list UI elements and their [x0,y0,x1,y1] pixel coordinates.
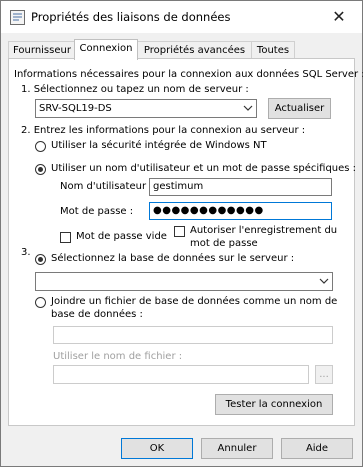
radio-attach-db[interactable] [35,297,46,308]
refresh-button[interactable]: Actualiser [268,98,331,119]
intro-text: Informations nécessaires pour la connexi… [14,69,363,80]
filename-label: Utiliser le nom de fichier : [53,351,183,362]
radio-sql-auth[interactable] [35,164,46,175]
save-password-label-1: Autoriser l'enregistrement du [190,225,338,236]
help-button[interactable]: Aide [281,438,353,459]
attach-db-label-1: Joindre un fichier de base de données co… [51,296,338,307]
step3-label: 3. [21,247,31,258]
step2-label: 2. Entrez les informations pour la conne… [21,125,306,136]
chevron-down-icon [243,105,253,111]
tab-proprietes-avancees[interactable]: Propriétés avancées [137,41,252,59]
attach-db-label-2: base de données : [51,309,143,320]
tab-connexion[interactable]: Connexion [74,39,138,60]
tab-fournisseur[interactable]: Fournisseur [8,41,76,59]
filename-field[interactable] [53,365,309,384]
cancel-button[interactable]: Annuler [201,438,273,459]
windows-auth-label: Utiliser la sécurité intégrée de Windows… [51,140,267,151]
server-combobox[interactable]: SRV-SQL19-DS [35,99,257,118]
password-label: Mot de passe : [60,206,134,217]
connection-panel: Informations nécessaires pour la connexi… [8,58,363,426]
radio-windows-auth[interactable] [35,141,46,152]
save-password-label-2: mot de passe [190,238,258,249]
save-password-checkbox[interactable] [174,226,185,237]
blank-password-label: Mot de passe vide [76,231,167,242]
attach-db-field[interactable] [53,326,333,344]
tab-toutes[interactable]: Toutes [251,41,295,59]
password-field[interactable]: ●●●●●●●●●●●● [149,202,332,220]
sql-auth-label: Utiliser un nom d'utilisateur et un mot … [51,163,357,174]
select-db-label: Sélectionnez la base de données sur le s… [51,253,295,264]
browse-button[interactable]: ... [315,365,333,384]
chevron-down-icon [319,278,329,284]
database-combobox[interactable] [35,272,333,291]
dialog-window: Propriétés des liaisons de données ✕ Fou… [0,0,363,467]
title-bar: Propriétés des liaisons de données ✕ [1,1,362,33]
ok-button[interactable]: OK [121,438,193,459]
radio-select-db[interactable] [35,254,46,265]
server-value: SRV-SQL19-DS [39,103,112,114]
blank-password-checkbox[interactable] [60,232,71,243]
data-link-icon [10,10,25,25]
username-label: Nom d'utilisateur : [60,181,153,192]
close-icon[interactable]: ✕ [328,7,350,27]
username-field[interactable]: gestimum [149,178,332,196]
test-connection-button[interactable]: Tester la connexion [215,394,333,415]
step1-label: 1. Sélectionnez ou tapez un nom de serve… [21,84,249,95]
window-title: Propriétés des liaisons de données [31,10,231,24]
